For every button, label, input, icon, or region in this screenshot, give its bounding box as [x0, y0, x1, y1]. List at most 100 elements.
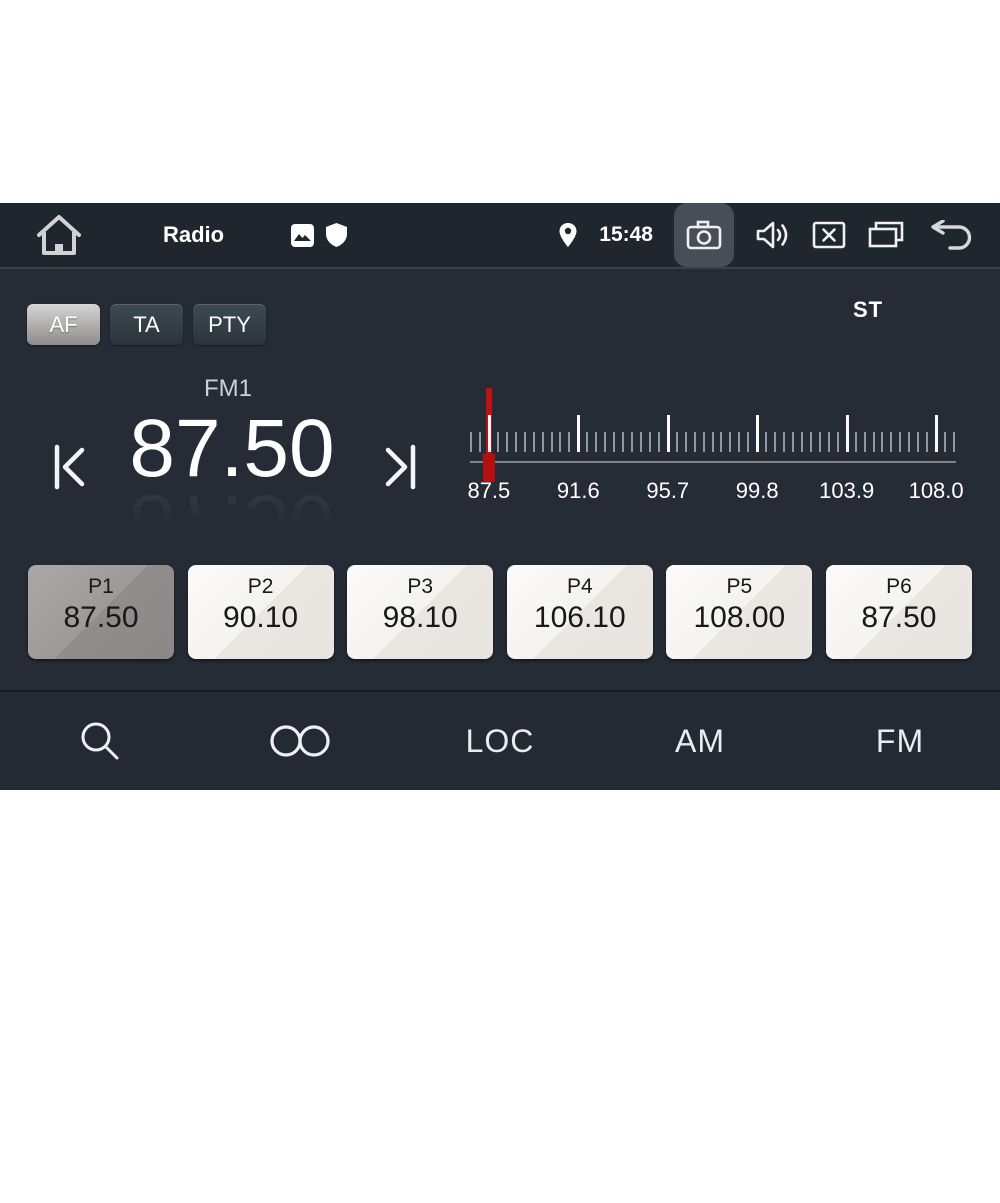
scale-minor-tick	[917, 432, 919, 452]
scale-minor-tick	[470, 432, 472, 452]
camera-icon	[686, 220, 722, 250]
scale-minor-tick	[524, 432, 526, 452]
repeat-icon	[269, 724, 331, 758]
scale-minor-tick	[801, 432, 803, 452]
scale-minor-tick	[729, 432, 731, 452]
preset-frequency: 87.50	[28, 601, 174, 635]
preset-button-p4[interactable]: P4 106.10	[507, 565, 653, 659]
preset-button-p3[interactable]: P3 98.10	[347, 565, 493, 659]
scale-label: 108.0	[909, 478, 964, 504]
scale-minor-tick	[551, 432, 553, 452]
shield-icon	[326, 223, 347, 247]
scale-minor-tick	[774, 432, 776, 452]
scale-minor-tick	[720, 432, 722, 452]
band-label: FM1	[128, 375, 328, 403]
seek-next-icon	[381, 441, 419, 493]
scale-minor-tick	[694, 432, 696, 452]
scale-minor-tick	[658, 432, 660, 452]
preset-button-p2[interactable]: P2 90.10	[188, 565, 334, 659]
volume-button[interactable]	[755, 219, 791, 251]
scale-label: 91.6	[557, 478, 600, 504]
scale-major-tick	[846, 415, 849, 452]
scale-minor-tick	[613, 432, 615, 452]
scale-minor-tick	[649, 432, 651, 452]
scale-minor-tick	[497, 432, 499, 452]
frequency-reflection: 87.50	[92, 477, 372, 569]
scan-button[interactable]	[0, 692, 200, 790]
scale-minor-tick	[685, 432, 687, 452]
scale-minor-tick	[792, 432, 794, 452]
repeat-button[interactable]	[200, 692, 400, 790]
scale-minor-tick	[712, 432, 714, 452]
page-title: Radio	[163, 203, 224, 267]
preset-label: P2	[188, 575, 334, 599]
fm-button[interactable]: FM	[800, 692, 1000, 790]
photo-icon	[291, 224, 314, 247]
location-pin-icon	[558, 222, 578, 248]
recent-apps-icon	[867, 220, 905, 250]
scale-minor-tick	[676, 432, 678, 452]
recent-apps-button[interactable]	[867, 220, 905, 250]
loc-button[interactable]: LOC	[400, 692, 600, 790]
scale-label: 87.5	[467, 478, 510, 504]
scale-minor-tick	[559, 432, 561, 452]
scale-minor-tick	[810, 432, 812, 452]
seek-previous-button[interactable]	[50, 439, 90, 495]
scale-minor-tick	[738, 432, 740, 452]
scale-minor-tick	[783, 432, 785, 452]
preset-label: P3	[347, 575, 493, 599]
scale-minor-tick	[890, 432, 892, 452]
close-window-button[interactable]	[812, 221, 846, 249]
preset-frequency: 106.10	[507, 601, 653, 635]
frequency-scale[interactable]: 87.591.695.799.8103.9108.0	[470, 388, 956, 513]
scale-minor-tick	[864, 432, 866, 452]
seek-previous-icon	[51, 441, 89, 493]
bottom-bar: LOC AM FM	[0, 690, 1000, 790]
preset-label: P5	[666, 575, 812, 599]
scale-minor-tick	[479, 432, 481, 452]
preset-label: P1	[28, 575, 174, 599]
scale-minor-tick	[908, 432, 910, 452]
scale-minor-tick	[828, 432, 830, 452]
seek-next-button[interactable]	[380, 439, 420, 495]
close-icon	[812, 221, 846, 249]
search-icon	[77, 718, 123, 764]
preset-frequency: 98.10	[347, 601, 493, 635]
home-button[interactable]	[34, 212, 84, 258]
stereo-indicator: ST	[853, 297, 883, 323]
scale-minor-tick	[926, 432, 928, 452]
headunit-screen: Radio 15:48	[0, 203, 1000, 790]
status-bar: Radio 15:48	[0, 203, 1000, 269]
preset-row: P1 87.50 P2 90.10 P3 98.10 P4 106.10 P5 …	[28, 565, 972, 659]
home-icon	[35, 213, 83, 257]
preset-button-p1[interactable]: P1 87.50	[28, 565, 174, 659]
camera-button[interactable]	[674, 203, 734, 267]
preset-label: P4	[507, 575, 653, 599]
scale-minor-tick	[586, 432, 588, 452]
scale-minor-tick	[595, 432, 597, 452]
af-button[interactable]: AF	[27, 304, 100, 345]
preset-button-p6[interactable]: P6 87.50	[826, 565, 972, 659]
scale-minor-tick	[640, 432, 642, 452]
scale-minor-tick	[899, 432, 901, 452]
preset-frequency: 87.50	[826, 601, 972, 635]
scale-label: 103.9	[819, 478, 874, 504]
scale-label: 95.7	[646, 478, 689, 504]
scale-minor-tick	[873, 432, 875, 452]
scale-minor-tick	[953, 432, 955, 452]
scale-minor-tick	[568, 432, 570, 452]
ta-button[interactable]: TA	[110, 304, 183, 345]
am-button[interactable]: AM	[600, 692, 800, 790]
pty-button[interactable]: PTY	[193, 304, 266, 345]
scale-minor-tick	[542, 432, 544, 452]
scale-major-tick	[577, 415, 580, 452]
preset-button-p5[interactable]: P5 108.00	[666, 565, 812, 659]
scale-minor-tick	[533, 432, 535, 452]
scale-minor-tick	[622, 432, 624, 452]
preset-label: P6	[826, 575, 972, 599]
back-icon	[926, 220, 974, 250]
frequency-display: 87.50 87.50	[92, 403, 372, 569]
scale-minor-tick	[819, 432, 821, 452]
scale-major-tick	[935, 415, 938, 452]
back-button[interactable]	[926, 220, 974, 250]
